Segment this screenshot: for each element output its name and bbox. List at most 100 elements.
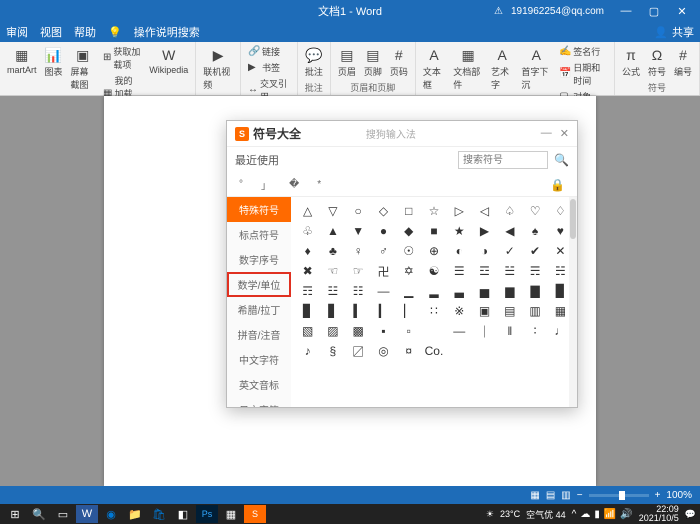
chart-button[interactable]: 📊图表 [42,44,66,80]
symbol-cell[interactable]: ■ [421,221,446,241]
symbol-cell[interactable]: ‖ [497,321,522,341]
recent-symbol[interactable]: � [289,179,299,190]
symbol-cell[interactable]: ▲ [320,221,345,241]
symbol-cell[interactable]: ▤ [497,301,522,321]
user-email[interactable]: 191962254@qq.com [511,6,604,17]
symbol-cell[interactable]: ▃ [447,281,472,301]
symbol-cell[interactable]: — [371,281,396,301]
tray-action-icon[interactable]: ▮ [594,509,600,520]
recent-symbol[interactable]: 」 [261,177,271,192]
symbol-cell[interactable]: ☜ [320,261,345,281]
symbol-cell[interactable]: ● [371,221,396,241]
symbol-cell[interactable]: ☯ [421,261,446,281]
search-button[interactable]: 🔍 [28,505,50,523]
weather-icon[interactable]: ☀ [486,509,494,520]
taskbar-app2[interactable]: ▦ [220,505,242,523]
notifications-button[interactable]: 💬 [685,509,696,520]
menu-review[interactable]: 审阅 [6,24,28,40]
symbol-cell[interactable]: ▼ [346,221,371,241]
category-4[interactable]: 希腊/拉丁 [227,297,291,322]
search-icon[interactable]: 🔍 [554,153,569,167]
tray-volume-icon[interactable]: 🔊 [620,509,632,520]
tray-up-icon[interactable]: ^ [572,509,577,520]
minimize-button[interactable]: — [612,0,640,22]
symbol-cell[interactable]: ☷ [346,281,371,301]
symbol-cell[interactable]: ▎ [371,301,396,321]
symbol-cell[interactable]: ▫ [396,321,421,341]
symbol-cell[interactable]: ☴ [522,261,547,281]
symbol-cell[interactable]: ▇ [522,281,547,301]
dropcap-button[interactable]: A首字下沉 [518,44,554,93]
taskbar-explorer[interactable]: 📁 [124,505,146,523]
symbol-cell[interactable]: ◎ [371,341,396,361]
symbol-cell[interactable]: ◆ [396,221,421,241]
pagenum-button[interactable]: #页码 [387,44,411,80]
air-quality[interactable]: 空气优 44 [526,508,566,521]
symbol-cell[interactable]: ▪ [371,321,396,341]
symbol-cell[interactable]: ♦ [295,241,320,261]
symbol-cell[interactable]: ☰ [447,261,472,281]
symbol-cell[interactable]: ▧ [295,321,320,341]
symbol-cell[interactable]: ※ [447,301,472,321]
category-5[interactable]: 拼音/注音 [227,322,291,347]
symbol-cell[interactable]: ☲ [472,261,497,281]
menu-help[interactable]: 帮助 [74,24,96,40]
symbol-cell[interactable]: ◐ [447,241,472,261]
scrollbar[interactable] [569,197,577,407]
symbol-cell[interactable]: ▋ [320,301,345,321]
comment-button[interactable]: 💬批注 [302,44,326,80]
get-addins-button[interactable]: ⊞获取加载项 [100,44,144,72]
symbol-cell[interactable]: ▷ [447,201,472,221]
symbol-cell[interactable]: ▂ [421,281,446,301]
category-6[interactable]: 中文字符 [227,347,291,372]
view-web[interactable]: ▥ [561,490,570,501]
symbol-cell[interactable]: ⊕ [421,241,446,261]
zoom-out-button[interactable]: − [577,490,583,501]
symbol-cell[interactable]: — [447,321,472,341]
tell-me-search[interactable]: 操作说明搜索 [134,24,200,40]
symbol-cell[interactable]: □ [396,201,421,221]
clock-date[interactable]: 2021/10/5 [639,514,679,523]
tray-network-icon[interactable]: 📶 [604,509,616,520]
symbol-cell[interactable]: ◇ [371,201,396,221]
symbol-cell[interactable]: ☆ [421,201,446,221]
symbol-cell[interactable]: ★ [447,221,472,241]
start-button[interactable]: ⊞ [4,505,26,523]
symbol-cell[interactable]: △ [295,201,320,221]
wikipedia-button[interactable]: WWikipedia [146,44,191,77]
taskbar-photoshop[interactable]: Ps [196,505,218,523]
datetime-button[interactable]: 📅日期和时间 [556,60,610,88]
dialog-titlebar[interactable]: S 符号大全 搜狗输入法 — ✕ [227,121,577,147]
symbol-cell[interactable]: 卍 [371,261,396,281]
equation-button[interactable]: π公式 [619,44,643,80]
zoom-in-button[interactable]: + [655,490,661,501]
category-3[interactable]: 数学/单位 [227,272,291,297]
symbol-button[interactable]: Ω符号 [645,44,669,80]
share-button[interactable]: 共享 [672,24,694,40]
restore-button[interactable]: ▢ [640,0,668,22]
scrollbar-thumb[interactable] [570,199,576,239]
symbol-cell[interactable]: 〼 [346,341,371,361]
menu-view[interactable]: 视图 [40,24,62,40]
symbol-cell[interactable]: ✖ [295,261,320,281]
symbol-cell[interactable]: ▍ [346,301,371,321]
symbol-cell[interactable]: ✡ [396,261,421,281]
symbol-cell[interactable]: ▽ [320,201,345,221]
tray-cloud-icon[interactable]: ☁ [580,509,590,520]
symbol-cell[interactable]: ◀ [497,221,522,241]
header-button[interactable]: ▤页眉 [335,44,359,80]
zoom-level[interactable]: 100% [666,490,692,501]
symbol-cell[interactable]: ◑ [472,241,497,261]
number-button[interactable]: #编号 [671,44,695,80]
symbol-cell[interactable]: ✓ [497,241,522,261]
taskbar-edge[interactable]: ◉ [100,505,122,523]
textbox-button[interactable]: A文本框 [420,44,448,93]
recent-symbol[interactable]: ° [239,179,243,190]
recent-symbol[interactable]: * [317,179,321,190]
tray-icons[interactable]: ^ ☁ ▮ 📶 🔊 [572,509,633,520]
symbol-cell[interactable]: ☞ [346,261,371,281]
close-button[interactable]: ✕ [668,0,696,22]
taskbar-store[interactable]: 🛍 [148,505,170,523]
taskview-button[interactable]: ▭ [52,505,74,523]
category-7[interactable]: 英文音标 [227,372,291,397]
